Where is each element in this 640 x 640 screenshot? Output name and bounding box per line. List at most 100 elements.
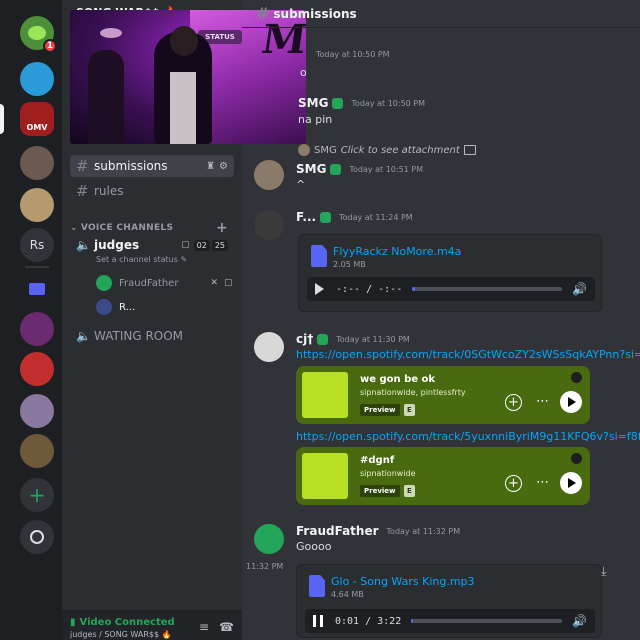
track-title[interactable]: #dgnf <box>360 455 394 466</box>
voice-channel-judges[interactable]: 🔈 judges ▢ 02 25 <box>70 238 234 252</box>
avatar[interactable] <box>254 210 284 240</box>
message-timestamp: Today at 10:50 PM <box>316 50 390 59</box>
play-button[interactable] <box>560 391 582 413</box>
muted-icon: ✕ <box>210 278 218 288</box>
play-button[interactable] <box>560 472 582 494</box>
explore-servers-button[interactable] <box>20 520 54 554</box>
chevron-down-icon: ⌄ <box>70 223 78 233</box>
connection-status[interactable]: ▮ Video Connected <box>70 617 175 628</box>
message-timestamp: Today at 11:30 PM <box>336 334 410 344</box>
message-author[interactable]: F... Today at 11:24 PM <box>296 210 413 224</box>
album-art[interactable] <box>302 453 348 499</box>
volume-icon[interactable]: 🔊 <box>572 282 587 296</box>
hash-icon: # <box>76 182 89 200</box>
user-count: 02 <box>193 239 210 251</box>
voice-status-bar: ▮ Video Connected judges / SONG WAR$$ 🔥 … <box>62 610 242 640</box>
preview-badge: Preview <box>360 485 400 497</box>
track-title[interactable]: we gon be ok <box>360 374 435 385</box>
compass-icon <box>30 530 44 544</box>
spotify-embed: we gon be ok sipnationwide, pintlessfrty… <box>296 366 590 424</box>
explicit-badge: E <box>404 404 415 416</box>
player-time: 0:01 / 3:22 <box>335 615 402 627</box>
avatar[interactable] <box>254 160 284 190</box>
server-icon-purple[interactable] <box>20 312 54 346</box>
server-icon-frog[interactable]: 1 <box>20 16 57 53</box>
connection-label: Video Connected <box>79 617 175 628</box>
track-artist[interactable]: sipnationwide <box>360 469 416 478</box>
add-circle-icon[interactable]: + <box>505 394 522 411</box>
waveform-icon[interactable]: ≡ <box>199 620 209 634</box>
seek-fill <box>412 287 416 291</box>
chat-channel-name: submissions <box>273 6 357 21</box>
server-icon-rs[interactable]: Rs <box>20 228 54 262</box>
voice-channel-waiting[interactable]: 🔈 WATING ROOM <box>70 329 234 343</box>
voice-member[interactable]: R... <box>96 299 135 315</box>
server-icon-omv[interactable]: OMV <box>20 102 54 136</box>
track-artist[interactable]: sipnationwide, pintlessfrty <box>360 388 466 397</box>
server-icon-brown[interactable] <box>20 434 54 468</box>
message-timestamp: Today at 11:24 PM <box>339 212 413 222</box>
audio-file-icon <box>309 575 325 597</box>
seek-bar[interactable] <box>412 287 563 291</box>
download-icon[interactable]: ⤓ <box>601 564 615 578</box>
album-art[interactable] <box>302 372 348 418</box>
avatar <box>96 275 112 291</box>
add-server-button[interactable]: + <box>20 478 54 512</box>
voice-member[interactable]: FraudFather ✕ ▢ <box>96 275 233 291</box>
add-circle-icon[interactable]: + <box>505 475 522 492</box>
message-text: o <box>300 66 307 79</box>
hangup-icon[interactable]: ☎ <box>219 620 234 634</box>
seek-bar[interactable] <box>411 619 563 623</box>
server-folder[interactable] <box>20 272 54 306</box>
play-icon[interactable] <box>315 283 324 295</box>
message-author[interactable]: SMG Today at 10:51 PM <box>296 162 423 176</box>
add-member-icon[interactable]: ♜ <box>206 161 215 172</box>
connection-channel[interactable]: judges / SONG WAR$$ 🔥 <box>70 630 172 639</box>
channel-status[interactable]: Set a channel status ✎ <box>96 255 187 264</box>
audio-attachment: FlyyRackz NoMore.m4a 2.05 MB -:-- / -:--… <box>298 234 602 312</box>
channel-rules[interactable]: # rules <box>70 180 234 202</box>
author-name: F... <box>296 210 317 224</box>
video-person-head <box>170 26 198 56</box>
plus-icon: + <box>28 483 46 507</box>
server-icon-person[interactable] <box>20 146 54 180</box>
server-icon-lavender[interactable] <box>20 394 54 428</box>
server-icon-dog[interactable] <box>20 188 54 222</box>
chat-header: # submissions <box>242 0 640 28</box>
attachment-size: 2.05 MB <box>333 260 366 269</box>
message-author[interactable]: cj† Today at 11:30 PM <box>296 332 410 346</box>
message-author[interactable]: FraudFather Today at 11:32 PM <box>296 524 460 538</box>
server-icon-blue[interactable] <box>20 62 54 96</box>
reply-preview[interactable]: SMG Click to see attachment <box>298 144 476 156</box>
omv-logo: OMV <box>26 122 48 132</box>
gear-icon[interactable]: ⚙ <box>219 161 228 172</box>
camera-icon: ▢ <box>223 278 233 288</box>
spotify-link[interactable]: https://open.spotify.com/track/5yuxnniBy… <box>296 430 640 443</box>
attachment-filename[interactable]: Glo - Song Wars King.mp3 <box>331 575 475 588</box>
pause-icon[interactable] <box>313 615 323 627</box>
camera-icon: ▢ <box>181 240 190 250</box>
author-name: SMG <box>298 96 329 110</box>
message-author[interactable]: SMG Today at 10:50 PM <box>298 96 425 110</box>
avatar[interactable] <box>254 524 284 554</box>
frog-icon <box>28 26 46 40</box>
role-shield-icon <box>320 211 332 223</box>
active-server-pill <box>0 104 4 134</box>
volume-icon[interactable]: 🔊 <box>572 614 587 628</box>
member-name: R... <box>119 301 136 313</box>
mention-badge: 1 <box>43 39 57 53</box>
voice-channel-label: judges <box>94 238 140 252</box>
server-icon-red[interactable] <box>20 352 54 386</box>
attachment-filename[interactable]: FlyyRackz NoMore.m4a <box>333 245 461 258</box>
voice-category[interactable]: ⌄ VOICE CHANNELS + <box>70 220 234 236</box>
message-timestamp: Today at 11:32 PM <box>386 526 461 536</box>
author-name: cj† <box>296 332 314 346</box>
channel-submissions[interactable]: # submissions ♜ ⚙ <box>70 155 234 177</box>
more-icon[interactable]: ⋯ <box>536 394 550 409</box>
video-stream[interactable]: M STATUS <box>70 10 306 144</box>
seek-fill <box>411 619 413 623</box>
more-icon[interactable]: ⋯ <box>536 475 550 490</box>
create-channel-plus-icon[interactable]: + <box>216 220 228 236</box>
avatar[interactable] <box>254 332 284 362</box>
spotify-link[interactable]: https://open.spotify.com/track/0SGtWcoZY… <box>296 348 640 361</box>
